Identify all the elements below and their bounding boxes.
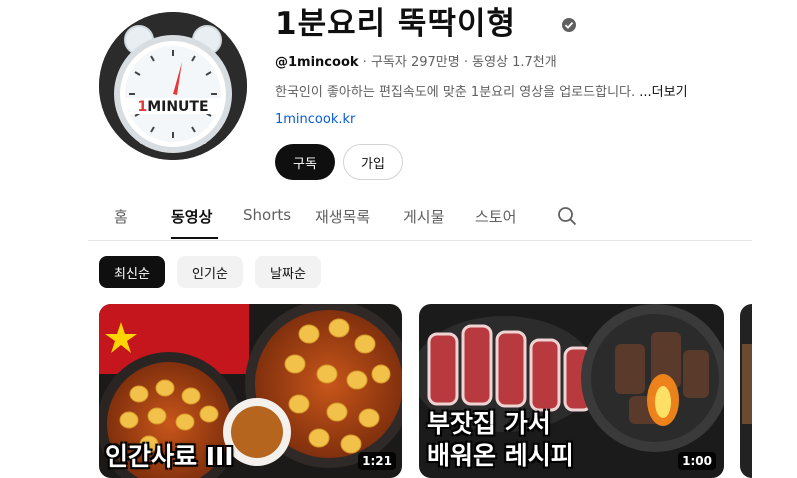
thumbnail-text: 인간사료 III — [105, 442, 234, 471]
search-icon[interactable] — [556, 205, 578, 227]
subscribe-button[interactable]: 구독 — [275, 144, 335, 180]
thumbnail-text-line1: 부잣집 가서 — [427, 409, 551, 438]
active-tab-indicator — [171, 237, 218, 239]
chip-oldest[interactable]: 날짜순 — [255, 256, 321, 288]
video-duration: 1:00 — [678, 452, 716, 470]
channel-description[interactable]: 한국인이 좋아하는 편집속도에 맞춘 1분요리 영상을 업로드합니다. ...더… — [275, 81, 688, 100]
video-card[interactable] — [740, 304, 752, 478]
tab-shorts[interactable]: Shorts — [243, 206, 291, 224]
description-text: 한국인이 좋아하는 편집속도에 맞춘 1분요리 영상을 업로드합니다. — [275, 85, 636, 100]
video-duration: 1:21 — [358, 452, 396, 470]
video-count: 동영상 1.7천개 — [472, 55, 557, 70]
channel-name: 1분요리 뚝딱이형 — [275, 6, 517, 42]
video-card[interactable]: 인간사료 III 1:21 — [99, 304, 402, 478]
join-button[interactable]: 가입 — [343, 144, 403, 180]
tab-playlists[interactable]: 재생목록 — [315, 206, 370, 227]
meta-separator: · — [463, 55, 468, 70]
tab-home[interactable]: 홈 — [114, 206, 128, 227]
subscriber-count: 구독자 297만명 — [370, 55, 460, 70]
tab-posts[interactable]: 게시물 — [403, 206, 444, 227]
video-card[interactable]: 부잣집 가서 배워온 레시피 1:00 — [419, 304, 724, 478]
chip-latest[interactable]: 최신순 — [99, 256, 165, 288]
tab-store[interactable]: 스토어 — [475, 206, 516, 227]
video-thumbnail — [740, 304, 752, 478]
channel-meta: @1mincook · 구독자 297만명 · 동영상 1.7천개 — [275, 51, 557, 70]
tab-videos[interactable]: 동영상 — [171, 206, 212, 227]
channel-link[interactable]: 1mincook.kr — [275, 112, 355, 127]
chip-popular[interactable]: 인기순 — [177, 256, 243, 288]
verified-icon — [562, 18, 576, 32]
channel-tabs: 홈 동영상 Shorts 재생목록 게시물 스토어 — [88, 196, 752, 241]
more-link[interactable]: ...더보기 — [639, 85, 687, 100]
channel-avatar[interactable]: 1MINUTE — [99, 12, 247, 160]
channel-handle: @1mincook — [275, 55, 359, 70]
thumbnail-text-line2: 배워온 레시피 — [427, 441, 574, 470]
svg-text:1MINUTE: 1MINUTE — [137, 99, 208, 115]
meta-separator: · — [362, 55, 367, 70]
